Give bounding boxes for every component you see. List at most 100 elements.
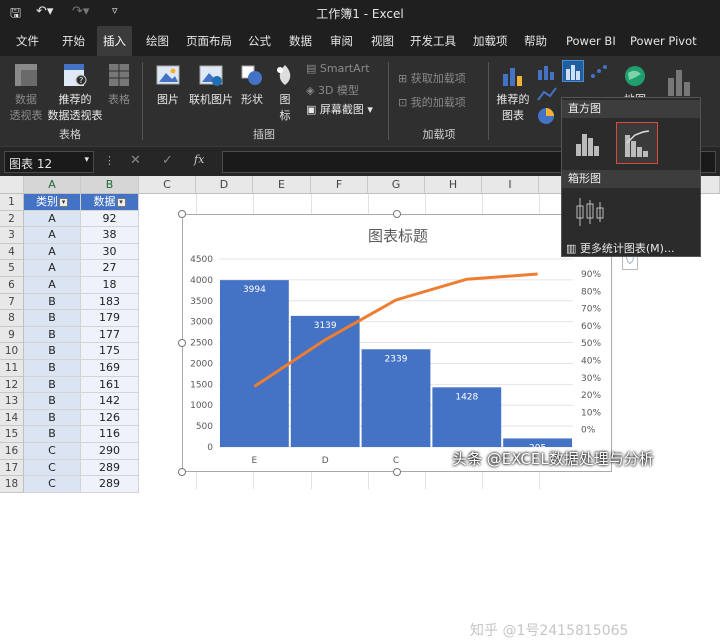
column-header[interactable]: I xyxy=(482,176,539,194)
cell-value[interactable]: 289 xyxy=(81,459,139,477)
tab-view[interactable]: 视图 xyxy=(369,26,396,56)
cell-category[interactable]: B xyxy=(24,343,81,360)
row-header[interactable]: 18 xyxy=(0,476,24,493)
pie-chart-button[interactable] xyxy=(536,106,560,126)
cell-value[interactable]: 116 xyxy=(81,426,139,443)
cell-value[interactable]: 169 xyxy=(81,360,139,377)
cell-category[interactable]: A xyxy=(24,210,81,228)
column-header[interactable]: C xyxy=(139,176,196,194)
row-header[interactable]: 11 xyxy=(0,360,24,377)
cell-value[interactable]: 183 xyxy=(81,293,139,311)
tab-file[interactable]: 文件 xyxy=(14,26,41,56)
tab-developer[interactable]: 开发工具 xyxy=(408,26,458,56)
cell-value[interactable]: 27 xyxy=(81,260,139,277)
row-header[interactable]: 13 xyxy=(0,393,24,410)
cell-category[interactable]: C xyxy=(24,459,81,477)
cell-category[interactable]: A xyxy=(24,243,81,261)
resize-handle[interactable] xyxy=(178,210,186,218)
column-header[interactable]: G xyxy=(368,176,425,194)
cell-category[interactable]: B xyxy=(24,426,81,443)
tab-review[interactable]: 审阅 xyxy=(328,26,355,56)
cell-category[interactable]: A xyxy=(24,260,81,277)
filter-dropdown-icon[interactable]: ▾ xyxy=(59,197,68,207)
row-header[interactable]: 12 xyxy=(0,376,24,394)
tab-page-layout[interactable]: 页面布局 xyxy=(184,26,234,56)
tab-insert[interactable]: 插入 xyxy=(97,26,132,56)
row-header[interactable]: 3 xyxy=(0,227,24,244)
filter-dropdown-icon[interactable]: ▾ xyxy=(116,197,126,207)
enter-icon[interactable]: ✓ xyxy=(162,153,173,168)
row-header[interactable]: 10 xyxy=(0,343,24,360)
row-header[interactable]: 16 xyxy=(0,443,24,460)
cell-value[interactable]: 142 xyxy=(81,393,139,410)
tab-power-pivot[interactable]: Power Pivot xyxy=(628,26,699,56)
my-addins-button[interactable]: ⊡ 我的加载项 xyxy=(398,94,478,110)
header-cell-category[interactable]: 类别 ▾ xyxy=(24,194,81,211)
cancel-icon[interactable]: ✕ xyxy=(130,153,141,168)
row-header[interactable]: 6 xyxy=(0,277,24,294)
column-header[interactable]: A xyxy=(24,176,81,194)
cell-value[interactable]: 92 xyxy=(81,210,139,228)
screenshot-button[interactable]: ▣ 屏幕截图 ▾ xyxy=(306,101,382,117)
recommended-charts-button[interactable]: 推荐的 图表 xyxy=(494,62,532,123)
cell-category[interactable]: B xyxy=(24,326,81,344)
tab-draw[interactable]: 绘图 xyxy=(144,26,171,56)
column-header[interactable]: D xyxy=(196,176,253,194)
statistic-chart-button[interactable] xyxy=(562,60,584,82)
column-chart-button[interactable] xyxy=(536,62,560,82)
table-button[interactable]: 表格 xyxy=(104,62,134,107)
more-statistic-charts-link[interactable]: ▥ 更多统计图表(M)... xyxy=(566,240,698,256)
row-header[interactable]: 4 xyxy=(0,243,24,261)
row-header[interactable]: 15 xyxy=(0,426,24,443)
row-header[interactable]: 1 xyxy=(0,194,24,211)
resize-handle[interactable] xyxy=(393,468,401,476)
cell-category[interactable]: B xyxy=(24,393,81,410)
cell-category[interactable]: A xyxy=(24,277,81,294)
row-header[interactable]: 7 xyxy=(0,293,24,311)
column-header[interactable]: F xyxy=(311,176,368,194)
tab-data[interactable]: 数据 xyxy=(287,26,314,56)
cell-category[interactable]: A xyxy=(24,227,81,244)
column-header[interactable]: H xyxy=(425,176,482,194)
tab-addins[interactable]: 加载项 xyxy=(471,26,510,56)
3d-model-button[interactable]: ◈ 3D 模型 xyxy=(306,82,372,98)
cell-category[interactable]: B xyxy=(24,360,81,377)
resize-handle[interactable] xyxy=(393,210,401,218)
shapes-button[interactable]: 形状 xyxy=(236,62,268,107)
tab-home[interactable]: 开始 xyxy=(60,26,87,56)
select-all-corner[interactable] xyxy=(0,176,24,194)
cell-value[interactable]: 18 xyxy=(81,277,139,294)
row-header[interactable]: 9 xyxy=(0,326,24,344)
column-header[interactable]: E xyxy=(253,176,311,194)
resize-handle[interactable] xyxy=(178,468,186,476)
tab-power-bi[interactable]: Power BI xyxy=(564,26,618,56)
pareto-chart[interactable]: 图表标题 0 500 1000 1500 2000 2500 3000 3500 4000 4500… xyxy=(183,215,613,473)
cell-value[interactable]: 126 xyxy=(81,409,139,427)
cell-category[interactable]: B xyxy=(24,310,81,327)
resize-handle[interactable] xyxy=(178,339,186,347)
cell-category[interactable]: B xyxy=(24,293,81,311)
cell-value[interactable]: 38 xyxy=(81,227,139,244)
recommended-pivot-button[interactable]: ? 推荐的 数据透视表 xyxy=(46,62,104,123)
chart-object[interactable]: 图表标题 0 500 1000 1500 2000 2500 3000 3500 4000 4500… xyxy=(182,214,612,472)
smartart-button[interactable]: ▤ SmartArt xyxy=(306,62,372,75)
scatter-chart-button[interactable] xyxy=(588,62,612,82)
online-picture-button[interactable]: 联机图片 xyxy=(186,62,236,107)
row-header[interactable]: 8 xyxy=(0,310,24,327)
cell-category[interactable]: B xyxy=(24,376,81,394)
row-header[interactable]: 2 xyxy=(0,210,24,228)
column-header[interactable]: B xyxy=(81,176,139,194)
cell-value[interactable]: 30 xyxy=(81,243,139,261)
cell-category[interactable]: C xyxy=(24,443,81,460)
tab-help[interactable]: 帮助 xyxy=(522,26,549,56)
histogram-option[interactable] xyxy=(568,122,608,162)
icons-button[interactable]: 图 标 xyxy=(272,62,298,123)
get-addins-button[interactable]: ⊞ 获取加载项 xyxy=(398,70,478,86)
cell-value[interactable]: 161 xyxy=(81,376,139,394)
cell-value[interactable]: 177 xyxy=(81,326,139,344)
header-cell-data[interactable]: 数据 ▾ xyxy=(81,194,139,211)
chevron-down-icon[interactable]: ▾ xyxy=(84,155,89,165)
function-icon[interactable]: fx xyxy=(194,153,204,166)
pareto-option[interactable] xyxy=(616,122,658,164)
cell-value[interactable]: 179 xyxy=(81,310,139,327)
